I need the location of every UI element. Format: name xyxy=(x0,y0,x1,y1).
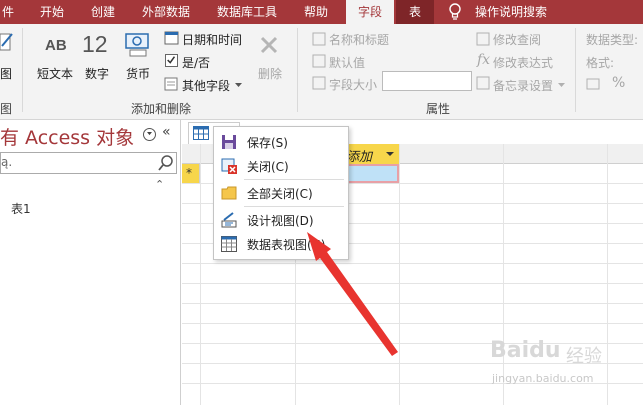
delete-button[interactable]: 删除 xyxy=(258,65,282,82)
short-text-icon[interactable]: AB xyxy=(45,37,67,54)
tab-database-tools[interactable]: 数据库工具 xyxy=(217,0,285,24)
menu-item-close-all[interactable]: 全部关闭(C) xyxy=(214,182,348,204)
currency-format-icon[interactable] xyxy=(586,77,600,91)
watermark-brand: Baidu xyxy=(490,338,561,363)
grid-line xyxy=(182,263,643,264)
yes-no-checkbox[interactable] xyxy=(165,54,178,67)
more-fields-icon[interactable] xyxy=(164,76,180,92)
search-icon[interactable] xyxy=(157,154,175,172)
collapse-pane-icon[interactable]: « xyxy=(162,124,171,140)
modify-lookups-button[interactable]: 修改查阅 xyxy=(493,31,541,48)
nav-pane-title[interactable]: 有 Access 对象 xyxy=(0,123,134,150)
check-icon xyxy=(167,56,176,64)
field-size-label: 字段大小 xyxy=(329,78,378,92)
table-icon xyxy=(193,126,209,140)
nav-pane-menu-button[interactable] xyxy=(143,128,156,141)
close-icon xyxy=(221,158,237,174)
data-type-label: 数据类型: xyxy=(586,33,639,47)
chevron-down-icon xyxy=(147,132,152,136)
group-separator xyxy=(575,28,576,112)
add-column-dropdown-icon[interactable] xyxy=(386,152,394,156)
memo-settings-icon[interactable] xyxy=(476,76,490,90)
folder-icon xyxy=(221,186,237,200)
yes-no-button[interactable]: 是/否 xyxy=(182,54,210,71)
access-window: 件 开始 创建 外部数据 数据库工具 帮助 字段 表 操作说明搜索 图 图 AB… xyxy=(0,0,643,405)
currency-icon[interactable] xyxy=(124,32,152,58)
nav-search-placeholder: ą. xyxy=(1,155,13,169)
date-time-button[interactable]: 日期和时间 xyxy=(182,31,242,48)
view-button-label[interactable]: 图 xyxy=(0,65,12,82)
chevron-down-icon[interactable] xyxy=(558,83,565,88)
properties-group-label: 属性 xyxy=(426,102,451,116)
currency-button[interactable]: 货币 xyxy=(126,65,150,82)
grid-line xyxy=(182,303,643,304)
lightbulb-icon[interactable] xyxy=(447,2,463,22)
tab-table[interactable]: 表 xyxy=(396,0,434,24)
fx-icon[interactable]: fx xyxy=(477,52,490,68)
percent-button[interactable]: % xyxy=(612,75,625,91)
default-value-button[interactable]: 默认值 xyxy=(329,54,365,71)
new-record-marker: * xyxy=(186,166,192,180)
default-value-icon[interactable] xyxy=(312,54,326,68)
watermark-site: jingyan.baidu.com xyxy=(492,372,594,385)
grid-line xyxy=(182,283,643,284)
view-icon[interactable] xyxy=(0,30,14,54)
nav-search-input[interactable]: ą. xyxy=(0,152,177,174)
tell-me-search[interactable]: 操作说明搜索 xyxy=(475,0,555,24)
watermark-cn: 经验 xyxy=(566,346,602,367)
chevron-down-icon[interactable] xyxy=(235,83,242,88)
modify-lookups-icon[interactable] xyxy=(476,32,490,46)
navigation-pane: 有 Access 对象 « ą. ⌃ 表1 xyxy=(0,120,181,405)
grid-line xyxy=(182,323,643,324)
menu-item-label: 数据表视图(H) xyxy=(247,238,326,252)
date-time-icon[interactable] xyxy=(164,30,180,46)
menu-item-label: 保存(S) xyxy=(247,136,288,150)
ribbon: 图 图 AB 短文本 12 数字 货币 日期和时间 是/否 其他字段 删除 添加… xyxy=(0,24,643,120)
menu-item-save[interactable]: 保存(S) xyxy=(214,131,348,153)
field-size-icon xyxy=(312,76,326,90)
tab-context-menu: 保存(S) 关闭(C) 全部关闭(C) 设计视图(D) 数据表视图(H) xyxy=(213,126,349,260)
menu-item-design-view[interactable]: 设计视图(D) xyxy=(214,209,348,231)
tab-help[interactable]: 帮助 xyxy=(304,0,334,24)
menu-item-datasheet-view[interactable]: 数据表视图(H) xyxy=(214,233,348,255)
name-caption-button[interactable]: 名称和标题 xyxy=(329,31,389,48)
modify-expression-button[interactable]: 修改表达式 xyxy=(493,54,553,71)
menu-separator xyxy=(244,179,344,180)
menu-item-label: 全部关闭(C) xyxy=(247,187,313,201)
group-separator xyxy=(297,28,298,112)
collapse-group-icon[interactable]: ⌃ xyxy=(155,178,164,191)
number-button[interactable]: 数字 xyxy=(85,65,109,82)
more-fields-button[interactable]: 其他字段 xyxy=(182,77,230,94)
menu-item-label: 关闭(C) xyxy=(247,160,289,174)
memo-settings-button[interactable]: 备忘录设置 xyxy=(493,77,553,94)
menu-separator xyxy=(244,206,344,207)
delete-icon[interactable] xyxy=(258,34,280,58)
format-label: 格式: xyxy=(586,56,615,70)
number-icon[interactable]: 12 xyxy=(82,31,108,58)
nav-item-table1[interactable]: 表1 xyxy=(11,200,31,217)
menu-item-label: 设计视图(D) xyxy=(247,214,314,228)
menu-item-close[interactable]: 关闭(C) xyxy=(214,155,348,177)
ribbon-tab-bar: 件 开始 创建 外部数据 数据库工具 帮助 字段 表 操作说明搜索 xyxy=(0,0,643,24)
save-icon xyxy=(222,135,236,149)
field-size-input[interactable] xyxy=(382,71,472,91)
name-caption-icon[interactable] xyxy=(312,32,326,46)
click-to-add-label: 添加 xyxy=(346,150,373,165)
baidu-watermark: Baidu 经验 jingyan.baidu.com xyxy=(490,338,620,398)
tab-external-data[interactable]: 外部数据 xyxy=(142,0,198,24)
group-separator xyxy=(22,28,23,112)
tab-file[interactable]: 件 xyxy=(2,0,16,24)
design-view-icon xyxy=(221,212,237,228)
selected-cell[interactable] xyxy=(341,164,399,183)
datasheet-view-icon xyxy=(221,236,237,252)
tab-fields[interactable]: 字段 xyxy=(346,0,394,24)
add-delete-group-label: 添加和删除 xyxy=(131,102,192,116)
tab-home[interactable]: 开始 xyxy=(40,0,70,24)
tab-create[interactable]: 创建 xyxy=(91,0,121,24)
short-text-button[interactable]: 短文本 xyxy=(37,65,73,82)
views-group-label: 图 xyxy=(0,102,13,116)
